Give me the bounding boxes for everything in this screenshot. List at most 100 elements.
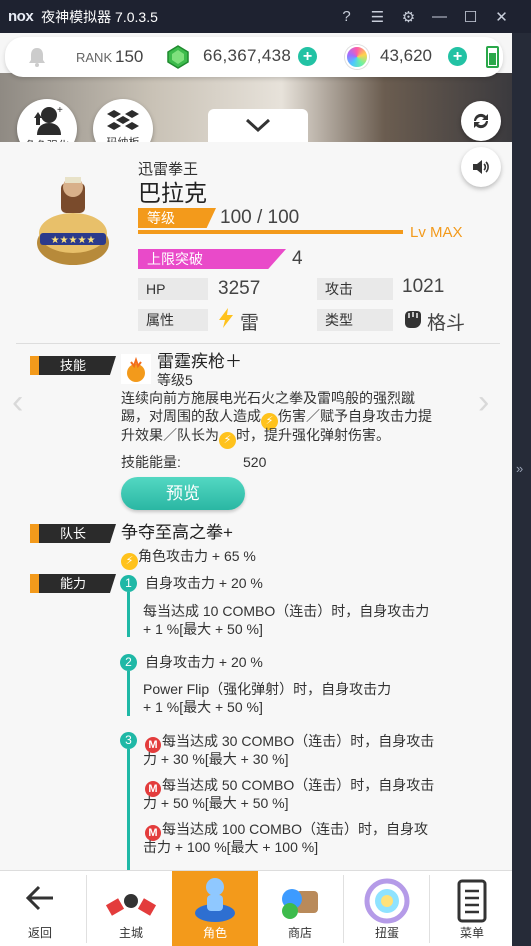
nav-gacha-button[interactable]: 扭蛋 — [346, 871, 428, 946]
character-avatar: ★★★★★ — [37, 177, 109, 265]
nav-back-label: 返回 — [27, 926, 52, 940]
rank-value: 150 — [115, 47, 144, 66]
game-screen: RANK 150 66,367,438 + 43,620 + + 角色强化 玛纳… — [0, 33, 512, 946]
gem-currency-icon — [167, 45, 189, 69]
hamburger-icon[interactable]: ☰ — [362, 8, 393, 26]
swap-icon — [473, 113, 489, 129]
level-value: 100 / 100 — [220, 207, 300, 228]
add-gems-button[interactable]: + — [298, 47, 317, 66]
battery-icon — [486, 46, 499, 68]
expand-sidebar-icon[interactable]: » — [516, 461, 523, 476]
ability-2-line — [127, 671, 130, 716]
limit-break-value: 4 — [292, 248, 303, 269]
leader-tag: 队长 — [30, 524, 116, 543]
ability-tag: 能力 — [30, 574, 116, 593]
emulator-titlebar: nox 夜神模拟器 7.0.3.5 ? ☰ ⚙ — ☐ ✕ — [0, 0, 531, 33]
voice-button[interactable] — [461, 147, 501, 187]
type-label: 类型 — [317, 309, 393, 331]
gacha-icon — [364, 878, 410, 924]
skill-desc-3b: 时，提升强化弹射伤害。 — [236, 427, 390, 443]
skill-energy-value: 520 — [243, 454, 267, 470]
skill-desc-2a: 踢，对周围的敌人造成 — [121, 408, 261, 424]
lv-max-label: Lv MAX — [410, 224, 463, 241]
ability-2-number: 2 — [120, 654, 137, 671]
nav-menu-button[interactable]: 菜单 — [432, 871, 512, 946]
bell-icon[interactable] — [27, 46, 47, 68]
ability-3-line3: M 每当达成 50 COMBO（连击）时，自身攻击 — [145, 777, 434, 797]
nav-city-button[interactable]: 主城 — [90, 871, 172, 946]
menu-list-icon — [457, 879, 487, 923]
help-icon[interactable]: ? — [331, 8, 362, 25]
nav-character-button[interactable]: 角色 — [172, 871, 258, 946]
attribute-value: 雷 — [240, 313, 260, 334]
ability-1-title: 自身攻击力 + 20 % — [145, 575, 263, 591]
thunder-badge-icon: ⚡ — [219, 432, 236, 449]
nav-shop-button[interactable]: 商店 — [258, 871, 342, 946]
ability-3-line2: 力 + 30 %[最大 + 30 %] — [143, 751, 289, 767]
nav-separator — [86, 875, 87, 943]
ability-1-number: 1 — [120, 575, 137, 592]
limit-break-tag: 上限突破 — [138, 249, 286, 269]
ability-1-line2: + 1 %[最大 + 50 %] — [143, 621, 263, 637]
collapse-tab[interactable] — [208, 109, 308, 142]
nav-menu-label: 菜单 — [459, 926, 484, 940]
ability-3-text5: 每当达成 100 COMBO（连击）时，自身攻 — [162, 821, 429, 837]
add-crystals-button[interactable]: + — [448, 47, 467, 66]
attack-value: 1021 — [402, 276, 445, 297]
skill-desc-3a: 升效果／队长为 — [121, 427, 219, 443]
gem-count: 66,367,438 — [203, 46, 292, 65]
hp-label: HP — [138, 278, 208, 300]
back-arrow-icon — [25, 885, 53, 911]
attribute-label: 属性 — [138, 309, 208, 331]
skill-desc-line3: 升效果／队长为 ⚡ 时，提升强化弹射伤害。 — [121, 427, 390, 449]
attack-label: 攻击 — [317, 278, 393, 300]
nav-separator — [429, 875, 430, 943]
swap-character-button[interactable] — [461, 101, 501, 141]
minimize-icon[interactable]: — — [424, 8, 455, 25]
city-icon — [105, 894, 157, 916]
nav-back-button[interactable]: 返回 — [0, 871, 80, 946]
settings-gear-icon[interactable]: ⚙ — [393, 8, 424, 26]
ability-3-line1: M 每当达成 30 COMBO（连击）时，自身攻击 — [145, 733, 434, 753]
nox-logo: nox — [8, 8, 34, 25]
ability-3-line4: 力 + 50 %[最大 + 50 %] — [143, 795, 289, 811]
nav-character-label: 角色 — [202, 926, 227, 940]
leader-skill-effect-row: ⚡ 角色攻击力 + 65 % — [121, 548, 256, 570]
nav-gacha-label: 扭蛋 — [374, 926, 399, 940]
ability-1-line1: 每当达成 10 COMBO（连击）时，自身攻击力 — [143, 603, 430, 619]
window-title: 夜神模拟器 7.0.3.5 — [41, 8, 158, 25]
emulator-sidebar: » — [512, 33, 531, 946]
hp-value: 3257 — [218, 278, 261, 299]
thunder-badge-icon: ⚡ — [121, 553, 138, 570]
skill-level: 等级5 — [157, 372, 193, 388]
level-tag: 等级 — [138, 208, 216, 228]
ability-2-line1: Power Flip（强化弹射）时，自身攻击力 — [143, 681, 392, 697]
shop-icon — [282, 889, 318, 919]
chevron-down-icon — [245, 118, 271, 133]
ability-3-text1: 每当达成 30 COMBO（连击）时，自身攻击 — [162, 733, 435, 749]
skill-fire-icon — [121, 354, 151, 384]
speaker-icon — [473, 160, 489, 174]
preview-button[interactable]: 预览 — [121, 477, 245, 510]
prev-character-arrow[interactable]: ‹ — [12, 383, 23, 422]
type-value: 格斗 — [427, 313, 466, 334]
svg-text:+: + — [57, 105, 63, 116]
ability-3-number: 3 — [120, 732, 137, 749]
ability-3-text3: 每当达成 50 COMBO（连击）时，自身攻击 — [162, 777, 435, 793]
skill-tag: 技能 — [30, 356, 116, 375]
skill-desc-2b: 伤害／赋予自身攻击力提 — [278, 408, 432, 424]
skill-energy-label: 技能能量: — [121, 454, 181, 470]
ability-3-line6: 击力 + 100 %[最大 + 100 %] — [143, 839, 319, 855]
fist-type-icon — [405, 311, 421, 328]
character-name: 巴拉克 — [138, 180, 207, 206]
level-bar — [138, 230, 403, 234]
svg-text:★★★★★: ★★★★★ — [51, 235, 96, 246]
nav-shop-label: 商店 — [287, 926, 312, 940]
maximize-icon[interactable]: ☐ — [455, 8, 486, 26]
skill-name: 雷霆疾枪＋ — [157, 352, 242, 371]
resource-bar: RANK 150 66,367,438 + 43,620 + — [5, 37, 503, 77]
next-character-arrow[interactable]: › — [478, 383, 489, 422]
close-icon[interactable]: ✕ — [486, 8, 517, 26]
leader-skill-name: 争夺至高之拳+ — [121, 523, 233, 542]
ability-1-line — [127, 592, 130, 637]
